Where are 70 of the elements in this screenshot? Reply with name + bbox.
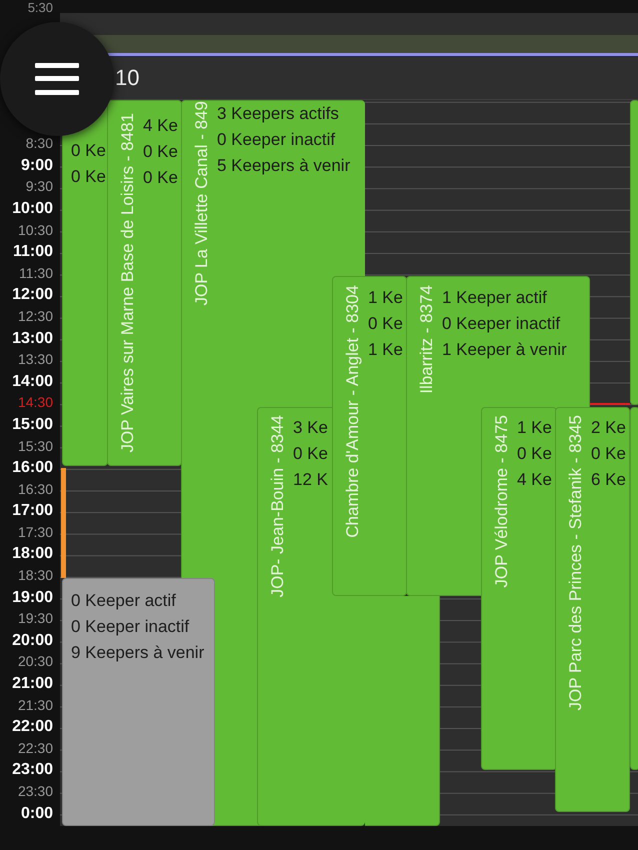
event-title: JOP- Jean-Bouin - 8344	[268, 415, 287, 598]
time-label: 23:30	[18, 782, 53, 801]
keeper-count: 4 Ke	[143, 115, 178, 137]
event-title: JOP Vélodrome - 8475	[492, 415, 511, 588]
keeper-count: 0 Ke	[143, 167, 178, 189]
keeper-count: 0 Ke	[293, 443, 328, 465]
event-card[interactable]	[630, 407, 638, 770]
time-label: 13:00	[12, 328, 53, 349]
keeper-count: 5 Keepers à venir	[217, 155, 350, 177]
keeper-count: 3 Ke	[293, 417, 328, 439]
time-label: 21:00	[12, 674, 53, 694]
time-label: 10:00	[12, 198, 53, 219]
event-card[interactable]	[365, 596, 440, 826]
time-label: 9:00	[20, 156, 53, 176]
keeper-count: 0 Keeper inactif	[442, 313, 562, 335]
keeper-count: 0 Ke	[517, 443, 552, 465]
keeper-count: 1 Ke	[368, 287, 403, 309]
keeper-count: 0 Ke	[71, 140, 106, 162]
event-title: Ilbarritz - 8374	[417, 285, 436, 394]
time-label: 10:30	[18, 220, 53, 240]
time-label: 11:00	[12, 242, 53, 262]
keeper-count: 1 Keeper à venir	[442, 339, 567, 361]
time-label: 23:00	[12, 760, 53, 780]
time-label: 14:30	[18, 393, 53, 412]
time-label: 15:00	[12, 414, 53, 435]
event-title: Chambre d'Amour - Anglet - 8304	[343, 285, 362, 538]
time-label: 0:00	[20, 804, 53, 824]
time-label: 18:30	[18, 566, 53, 586]
event-card[interactable]	[630, 100, 638, 405]
keeper-count: 3 Keepers actifs	[217, 103, 340, 125]
time-label: 14:00	[12, 372, 53, 392]
time-label: 16:30	[18, 480, 53, 499]
event-title: JOP Vaires sur Marne Base de Loisirs - 8481	[118, 113, 137, 453]
time-label: 18:00	[12, 544, 53, 564]
keeper-count: 0 Ke	[591, 443, 626, 465]
time-label: 17:00	[12, 501, 53, 522]
time-label: 8:30	[26, 134, 53, 154]
keeper-count: 0 Ke	[368, 313, 403, 335]
keeper-count: 0 Ke	[143, 141, 178, 163]
time-label: 5:30	[28, 1, 53, 15]
time-label: 19:30	[18, 609, 53, 628]
time-label: 9:30	[26, 177, 53, 196]
time-label: 20:00	[12, 630, 53, 651]
time-label: 16:00	[12, 458, 53, 478]
keeper-count: 2 Ke	[591, 417, 626, 439]
date-label: 10	[115, 65, 140, 91]
keeper-count: 6 Ke	[591, 469, 626, 491]
time-label: 11:30	[19, 264, 53, 283]
time-label: 21:30	[18, 696, 53, 715]
keeper-count: 1 Ke	[368, 339, 403, 361]
time-label: 13:30	[18, 350, 53, 370]
menu-icon	[35, 63, 79, 95]
current-time-line	[590, 403, 630, 406]
keeper-count: 1 Keeper actif	[442, 287, 548, 309]
keeper-count: 4 Ke	[517, 469, 552, 491]
time-label: 12:00	[12, 285, 53, 306]
keeper-count: 12 K	[293, 469, 328, 491]
time-label: 12:30	[18, 306, 53, 326]
keeper-count: 1 Ke	[517, 417, 552, 439]
time-label: 19:00	[12, 588, 53, 608]
time-label: 17:30	[18, 522, 53, 542]
time-label: 15:30	[18, 436, 53, 456]
keeper-count: 0 Keeper inactif	[217, 129, 336, 151]
keeper-count: 0 Keeper actif	[71, 590, 177, 612]
time-label: 22:00	[12, 717, 53, 738]
event-title: JOP La Villette Canal - 849	[192, 101, 211, 306]
event-card[interactable]: 0 Keeper actif 0 Keeper inactif 9 Keepers à venir	[62, 578, 215, 826]
time-label: 20:30	[18, 652, 53, 672]
time-label: 22:30	[18, 738, 53, 758]
keeper-count: 0 Ke	[71, 166, 106, 188]
